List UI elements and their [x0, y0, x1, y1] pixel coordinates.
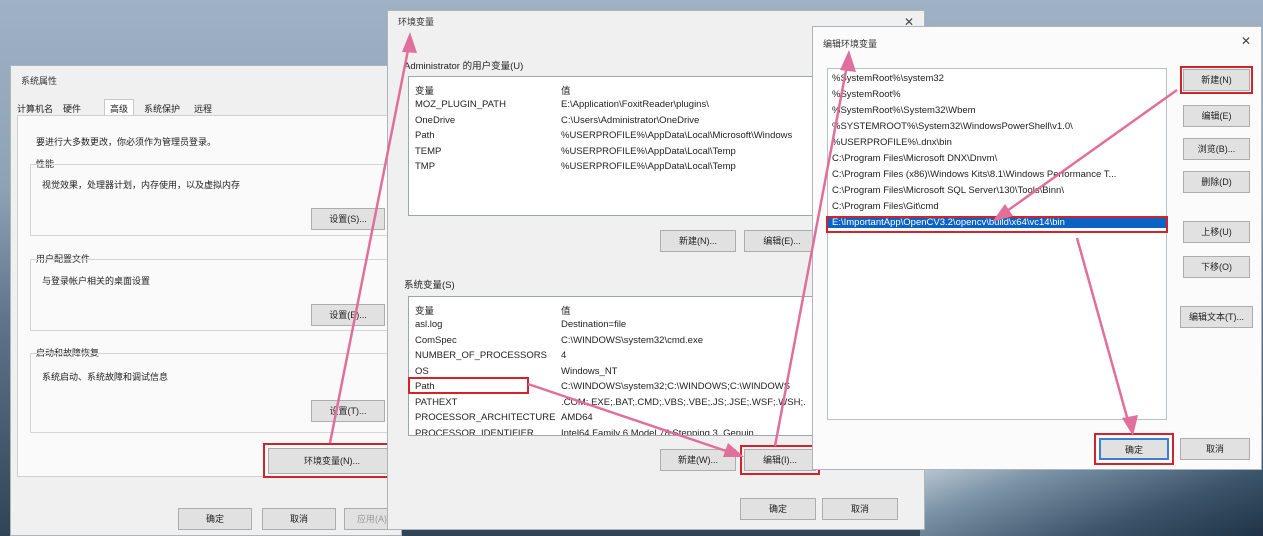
arrow-path-to-edit [527, 382, 736, 456]
annotation-arrows [328, 32, 1178, 457]
arrow-to-envvars [328, 39, 412, 444]
arrowhead-icon [992, 204, 1013, 222]
arrow-new-to-entry [999, 88, 1178, 218]
arrowhead-icon [840, 50, 856, 72]
arrow-entry-to-ok [1075, 237, 1132, 429]
arrow-to-editenv [773, 59, 850, 447]
arrowhead-icon [1122, 415, 1138, 436]
arrowhead-icon [402, 32, 417, 53]
arrowhead-icon [723, 443, 744, 457]
